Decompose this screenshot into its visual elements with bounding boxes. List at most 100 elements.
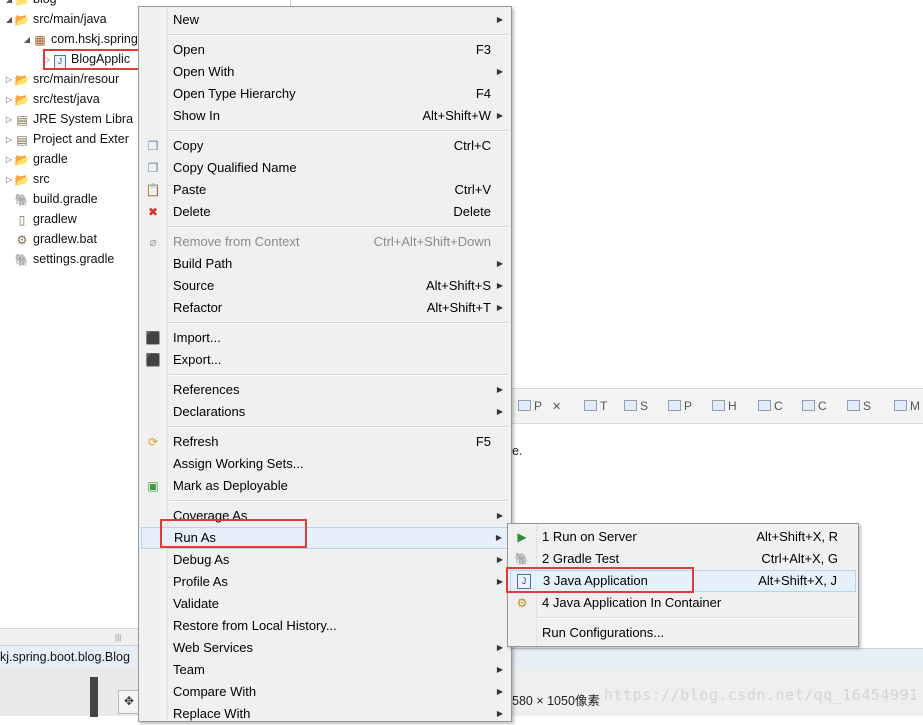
view-tab-call-hierarchy[interactable]: C	[802, 397, 827, 415]
collapsed-triangle-icon[interactable]: ▷	[4, 150, 14, 170]
menu-item-refresh[interactable]: ⟳ Refresh F5	[141, 431, 509, 453]
menu-separator	[169, 322, 508, 324]
menu-item-replace-with[interactable]: Replace With ▶	[141, 703, 509, 725]
menu-item-copy[interactable]: ❐ Copy Ctrl+C	[141, 135, 509, 157]
highlight-box-run-as	[160, 519, 307, 548]
expanded-triangle-icon[interactable]: ◢	[22, 30, 32, 50]
menu-item-show-in[interactable]: Show In Alt+Shift+W ▶	[141, 105, 509, 127]
menu-item-label: New	[173, 12, 200, 27]
menu-separator	[169, 130, 508, 132]
menu-separator	[169, 500, 508, 502]
tree-item[interactable]: ▷ 📂 gradle	[4, 149, 68, 169]
menu-item-import[interactable]: ⬛ Import...	[141, 327, 509, 349]
menu-item-build-path[interactable]: Build Path ▶	[141, 253, 509, 275]
menu-item-label: Copy	[173, 138, 204, 153]
submenu-arrow-icon: ▶	[496, 577, 503, 586]
tree-item[interactable]: ▷ 📂 src	[4, 169, 50, 189]
menu-item-copy-qualified-name[interactable]: ❐ Copy Qualified Name	[141, 157, 509, 179]
menu-item-label: Export...	[173, 352, 222, 367]
menu-item-shortcut: Alt+Shift+S	[425, 278, 491, 293]
view-tab-label: C	[818, 399, 827, 413]
menu-item-shortcut: Alt+Shift+X, J	[758, 573, 837, 588]
view-tab-servers[interactable]: S	[624, 397, 648, 415]
submenu-arrow-icon: ▶	[496, 687, 503, 696]
menu-item-mark-as-deployable[interactable]: ▣ Mark as Deployable	[141, 475, 509, 497]
tree-item[interactable]: ⚙ gradlew.bat	[4, 229, 97, 249]
menu-item-team[interactable]: Team ▶	[141, 659, 509, 681]
menu-item-restore-from-local-history[interactable]: Restore from Local History...	[141, 615, 509, 637]
menu-item-open[interactable]: Open F3	[141, 39, 509, 61]
history-icon	[712, 400, 725, 411]
tree-item[interactable]: ◢ 📂 src/main/java	[4, 9, 107, 29]
view-tab-console[interactable]: C	[758, 397, 783, 415]
menu-item-4-java-application-in-container[interactable]: ⚙ 4 Java Application In Container	[510, 592, 856, 614]
collapsed-triangle-icon[interactable]: ▷	[4, 170, 14, 190]
submenu-arrow-icon: ▶	[496, 709, 503, 718]
tree-item-label: src/main/java	[33, 12, 107, 26]
tree-item[interactable]: 🐘 settings.gradle	[4, 249, 115, 269]
image-dimensions-text: 580 × 1050像素	[512, 694, 600, 708]
menu-item-shortcut: Alt+Shift+W	[422, 108, 491, 123]
menu-item-1-run-on-server[interactable]: ▶ 1 Run on Server Alt+Shift+X, R	[510, 526, 856, 548]
menu-item-refactor[interactable]: Refactor Alt+Shift+T ▶	[141, 297, 509, 319]
menu-item-debug-as[interactable]: Debug As ▶	[141, 549, 509, 571]
tree-item[interactable]: ▷ ▤ Project and Exter	[4, 129, 129, 149]
menu-item-source[interactable]: Source Alt+Shift+S ▶	[141, 275, 509, 297]
paste-icon: 📋	[145, 183, 161, 197]
menu-item-label: References	[173, 382, 240, 397]
view-tab-search[interactable]: S	[847, 397, 871, 415]
menu-item-references[interactable]: References ▶	[141, 379, 509, 401]
tree-item[interactable]: ◢📁blog	[4, 0, 57, 9]
highlight-box-blogapplication	[43, 49, 141, 70]
menu-item-new[interactable]: New ▶	[141, 9, 509, 31]
menu-item-validate[interactable]: Validate	[141, 593, 509, 615]
view-tab-label: S	[640, 399, 649, 413]
close-icon[interactable]: ✕	[552, 401, 561, 413]
view-tab-properties[interactable]: P	[668, 397, 692, 415]
menu-item-label: Show In	[173, 108, 220, 123]
menu-item-label: Delete	[173, 204, 211, 219]
menu-item-run-configurations[interactable]: Run Configurations...	[510, 622, 856, 644]
view-tab-problems[interactable]: P ✕	[518, 397, 561, 415]
tree-item[interactable]: ▷ 📂 src/test/java	[4, 89, 100, 109]
menu-item-delete[interactable]: ✖ Delete Delete	[141, 201, 509, 223]
view-tab-tasks[interactable]: T	[584, 397, 607, 415]
submenu-arrow-icon: ▶	[496, 111, 503, 120]
menu-item-label: 4 Java Application In Container	[542, 595, 722, 610]
menu-item-open-type-hierarchy[interactable]: Open Type Hierarchy F4	[141, 83, 509, 105]
menu-item-web-services[interactable]: Web Services ▶	[141, 637, 509, 659]
move-tool-button[interactable]: ✥	[118, 690, 140, 714]
source-folder-icon: 📂	[14, 12, 30, 27]
tree-item[interactable]: ▯ gradlew	[4, 209, 77, 229]
folder-icon: 📂	[14, 152, 30, 167]
tree-item[interactable]: ◢ ▦ com.hskj.spring	[22, 29, 138, 49]
expanded-triangle-icon[interactable]: ◢	[4, 10, 14, 30]
explorer-horizontal-scrollbar[interactable]: |||	[0, 628, 138, 645]
tree-item[interactable]: 🐘 build.gradle	[4, 189, 98, 209]
view-tab-history[interactable]: H	[712, 397, 737, 415]
menu-item-compare-with[interactable]: Compare With ▶	[141, 681, 509, 703]
menu-item-shortcut: Alt+Shift+T	[426, 300, 491, 315]
menu-item-declarations[interactable]: Declarations ▶	[141, 401, 509, 423]
menu-item-label: Run Configurations...	[542, 625, 665, 640]
watermark-text: https://blog.csdn.net/qq_16454991	[604, 686, 919, 704]
collapsed-triangle-icon[interactable]: ▷	[4, 90, 14, 110]
menu-item-assign-working-sets[interactable]: Assign Working Sets...	[141, 453, 509, 475]
menu-item-label: Web Services	[173, 640, 253, 655]
copy-qualified-icon: ❐	[147, 161, 159, 175]
menu-item-open-with[interactable]: Open With ▶	[141, 61, 509, 83]
call-hierarchy-icon	[802, 400, 815, 411]
tree-item-label: build.gradle	[33, 192, 98, 206]
view-tab-markers[interactable]: M	[894, 397, 920, 415]
menu-item-paste[interactable]: 📋 Paste Ctrl+V	[141, 179, 509, 201]
tree-item[interactable]: ▷ ▤ JRE System Libra	[4, 109, 133, 129]
menu-separator	[169, 34, 508, 36]
menu-item-label: Debug As	[173, 552, 230, 567]
menu-item-label: Open With	[173, 64, 235, 79]
collapsed-triangle-icon[interactable]: ▷	[4, 130, 14, 150]
menu-item-profile-as[interactable]: Profile As ▶	[141, 571, 509, 593]
collapsed-triangle-icon[interactable]: ▷	[4, 110, 14, 130]
menu-item-export[interactable]: ⬛ Export...	[141, 349, 509, 371]
tree-item[interactable]: ▷ 📂 src/main/resour	[4, 69, 119, 89]
collapsed-triangle-icon[interactable]: ▷	[4, 70, 14, 90]
